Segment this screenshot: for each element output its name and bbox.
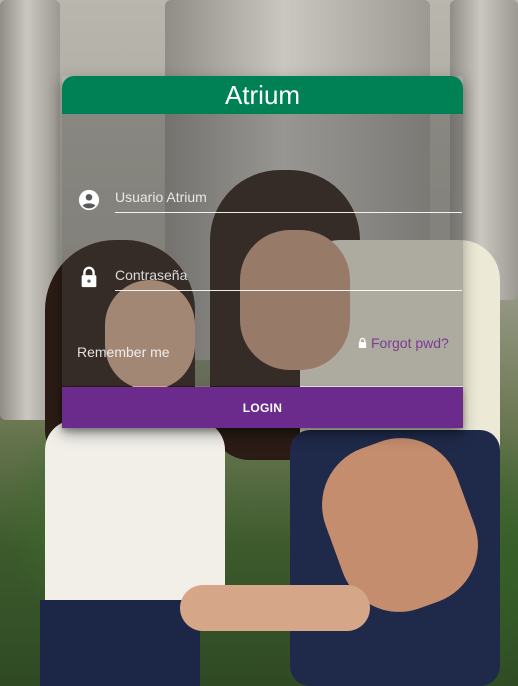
username-field[interactable] [115, 184, 462, 213]
remember-me-checkbox[interactable]: Remember me [77, 344, 170, 360]
password-field[interactable] [115, 262, 462, 291]
app-title: Atrium [62, 76, 463, 114]
lock-icon [81, 266, 97, 288]
login-button[interactable]: LOGIN [62, 387, 463, 428]
lock-icon [358, 337, 367, 349]
account-circle-icon [78, 189, 100, 211]
password-input[interactable] [115, 262, 462, 288]
username-input[interactable] [115, 184, 462, 210]
login-card: Atrium Remember me Forgot pwd? LOGIN [62, 76, 463, 428]
forgot-password-label: Forgot pwd? [371, 335, 449, 351]
login-form: Remember me Forgot pwd? [62, 114, 463, 386]
forgot-password-link[interactable]: Forgot pwd? [357, 335, 449, 351]
